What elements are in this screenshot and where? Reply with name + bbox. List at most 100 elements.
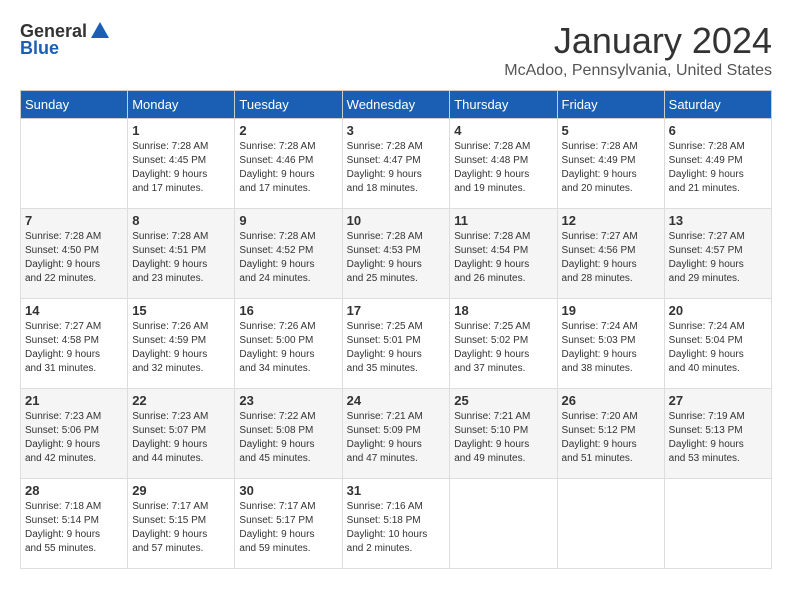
calendar-cell: 23 Sunrise: 7:22 AM Sunset: 5:08 PM Dayli… [235, 389, 342, 479]
day-info: Sunrise: 7:26 AM Sunset: 5:00 PM Dayligh… [239, 320, 337, 376]
day-number: 18 [454, 303, 552, 318]
calendar-cell: 14 Sunrise: 7:27 AM Sunset: 4:58 PM Dayli… [21, 299, 128, 389]
calendar-cell: 1 Sunrise: 7:28 AM Sunset: 4:45 PM Daylig… [128, 119, 235, 209]
logo-icon [89, 20, 111, 42]
day-number: 6 [669, 123, 767, 138]
day-number: 25 [454, 393, 552, 408]
header-day-friday: Friday [557, 91, 664, 119]
day-number: 30 [239, 483, 337, 498]
day-info: Sunrise: 7:24 AM Sunset: 5:04 PM Dayligh… [669, 320, 767, 376]
calendar-table: SundayMondayTuesdayWednesdayThursdayFrid… [20, 90, 772, 569]
day-number: 14 [25, 303, 123, 318]
day-info: Sunrise: 7:28 AM Sunset: 4:49 PM Dayligh… [669, 140, 767, 196]
header-day-saturday: Saturday [664, 91, 771, 119]
day-number: 10 [347, 213, 446, 228]
calendar-cell: 3Sunrise: 7:28 AM Sunset: 4:47 PM Daylig… [342, 119, 450, 209]
day-info: Sunrise: 7:19 AM Sunset: 5:13 PM Dayligh… [669, 410, 767, 466]
day-number: 22 [132, 393, 230, 408]
day-info: Sunrise: 7:28 AM Sunset: 4:53 PM Dayligh… [347, 230, 446, 286]
day-number: 24 [347, 393, 446, 408]
calendar-cell: 5 Sunrise: 7:28 AM Sunset: 4:49 PM Daylig… [557, 119, 664, 209]
header-day-sunday: Sunday [21, 91, 128, 119]
calendar-cell: 17Sunrise: 7:25 AM Sunset: 5:01 PM Dayli… [342, 299, 450, 389]
header-day-tuesday: Tuesday [235, 91, 342, 119]
calendar-cell: 20 Sunrise: 7:24 AM Sunset: 5:04 PM Dayli… [664, 299, 771, 389]
calendar-cell: 7 Sunrise: 7:28 AM Sunset: 4:50 PM Daylig… [21, 209, 128, 299]
day-info: Sunrise: 7:25 AM Sunset: 5:02 PM Dayligh… [454, 320, 552, 376]
calendar-cell [450, 479, 557, 569]
calendar-cell: 12 Sunrise: 7:27 AM Sunset: 4:56 PM Dayli… [557, 209, 664, 299]
day-number: 11 [454, 213, 552, 228]
header: General Blue January 2024 McAdoo, Pennsy… [20, 20, 772, 80]
day-number: 28 [25, 483, 123, 498]
day-info: Sunrise: 7:28 AM Sunset: 4:54 PM Dayligh… [454, 230, 552, 286]
day-number: 2 [239, 123, 337, 138]
logo: General Blue [20, 20, 111, 59]
day-number: 16 [239, 303, 337, 318]
day-number: 21 [25, 393, 123, 408]
day-info: Sunrise: 7:22 AM Sunset: 5:08 PM Dayligh… [239, 410, 337, 466]
calendar-cell: 2 Sunrise: 7:28 AM Sunset: 4:46 PM Daylig… [235, 119, 342, 209]
calendar-cell: 19Sunrise: 7:24 AM Sunset: 5:03 PM Dayli… [557, 299, 664, 389]
day-info: Sunrise: 7:27 AM Sunset: 4:58 PM Dayligh… [25, 320, 123, 376]
day-number: 23 [239, 393, 337, 408]
calendar-cell: 29 Sunrise: 7:17 AM Sunset: 5:15 PM Dayli… [128, 479, 235, 569]
day-number: 20 [669, 303, 767, 318]
week-row-4: 28 Sunrise: 7:18 AM Sunset: 5:14 PM Dayli… [21, 479, 772, 569]
day-number: 13 [669, 213, 767, 228]
day-info: Sunrise: 7:17 AM Sunset: 5:15 PM Dayligh… [132, 500, 230, 556]
day-info: Sunrise: 7:23 AM Sunset: 5:06 PM Dayligh… [25, 410, 123, 466]
day-info: Sunrise: 7:17 AM Sunset: 5:17 PM Dayligh… [239, 500, 337, 556]
header-day-wednesday: Wednesday [342, 91, 450, 119]
calendar-cell: 11 Sunrise: 7:28 AM Sunset: 4:54 PM Dayli… [450, 209, 557, 299]
day-info: Sunrise: 7:27 AM Sunset: 4:56 PM Dayligh… [562, 230, 660, 286]
calendar-cell: 30 Sunrise: 7:17 AM Sunset: 5:17 PM Dayli… [235, 479, 342, 569]
calendar-cell: 10 Sunrise: 7:28 AM Sunset: 4:53 PM Dayli… [342, 209, 450, 299]
day-info: Sunrise: 7:28 AM Sunset: 4:49 PM Dayligh… [562, 140, 660, 196]
day-number: 5 [562, 123, 660, 138]
calendar-cell: 13 Sunrise: 7:27 AM Sunset: 4:57 PM Dayli… [664, 209, 771, 299]
calendar-cell: 22 Sunrise: 7:23 AM Sunset: 5:07 PM Dayli… [128, 389, 235, 479]
day-info: Sunrise: 7:20 AM Sunset: 5:12 PM Dayligh… [562, 410, 660, 466]
week-row-2: 14 Sunrise: 7:27 AM Sunset: 4:58 PM Dayli… [21, 299, 772, 389]
day-info: Sunrise: 7:28 AM Sunset: 4:48 PM Dayligh… [454, 140, 552, 196]
day-info: Sunrise: 7:21 AM Sunset: 5:09 PM Dayligh… [347, 410, 446, 466]
header-row: SundayMondayTuesdayWednesdayThursdayFrid… [21, 91, 772, 119]
calendar-cell: 25Sunrise: 7:21 AM Sunset: 5:10 PM Dayli… [450, 389, 557, 479]
day-info: Sunrise: 7:23 AM Sunset: 5:07 PM Dayligh… [132, 410, 230, 466]
calendar-cell [557, 479, 664, 569]
calendar-cell: 31 Sunrise: 7:16 AM Sunset: 5:18 PM Dayli… [342, 479, 450, 569]
day-number: 29 [132, 483, 230, 498]
day-info: Sunrise: 7:28 AM Sunset: 4:46 PM Dayligh… [239, 140, 337, 196]
day-info: Sunrise: 7:28 AM Sunset: 4:50 PM Dayligh… [25, 230, 123, 286]
calendar-cell: 18 Sunrise: 7:25 AM Sunset: 5:02 PM Dayli… [450, 299, 557, 389]
day-number: 19 [562, 303, 660, 318]
day-number: 27 [669, 393, 767, 408]
day-info: Sunrise: 7:16 AM Sunset: 5:18 PM Dayligh… [347, 500, 446, 556]
day-number: 8 [132, 213, 230, 228]
location: McAdoo, Pennsylvania, United States [504, 62, 772, 80]
calendar-cell [664, 479, 771, 569]
day-number: 4 [454, 123, 552, 138]
calendar-cell: 6 Sunrise: 7:28 AM Sunset: 4:49 PM Daylig… [664, 119, 771, 209]
day-number: 12 [562, 213, 660, 228]
calendar-cell: 15Sunrise: 7:26 AM Sunset: 4:59 PM Dayli… [128, 299, 235, 389]
day-number: 1 [132, 123, 230, 138]
calendar-cell: 21 Sunrise: 7:23 AM Sunset: 5:06 PM Dayli… [21, 389, 128, 479]
day-number: 9 [239, 213, 337, 228]
calendar-cell: 8Sunrise: 7:28 AM Sunset: 4:51 PM Daylig… [128, 209, 235, 299]
day-info: Sunrise: 7:26 AM Sunset: 4:59 PM Dayligh… [132, 320, 230, 376]
day-info: Sunrise: 7:28 AM Sunset: 4:45 PM Dayligh… [132, 140, 230, 196]
calendar-cell: 27 Sunrise: 7:19 AM Sunset: 5:13 PM Dayli… [664, 389, 771, 479]
day-number: 17 [347, 303, 446, 318]
day-info: Sunrise: 7:18 AM Sunset: 5:14 PM Dayligh… [25, 500, 123, 556]
day-info: Sunrise: 7:27 AM Sunset: 4:57 PM Dayligh… [669, 230, 767, 286]
day-number: 3 [347, 123, 446, 138]
day-number: 26 [562, 393, 660, 408]
header-day-thursday: Thursday [450, 91, 557, 119]
day-number: 31 [347, 483, 446, 498]
week-row-3: 21 Sunrise: 7:23 AM Sunset: 5:06 PM Dayli… [21, 389, 772, 479]
day-number: 7 [25, 213, 123, 228]
calendar-cell: 9Sunrise: 7:28 AM Sunset: 4:52 PM Daylig… [235, 209, 342, 299]
calendar-cell: 28 Sunrise: 7:18 AM Sunset: 5:14 PM Dayli… [21, 479, 128, 569]
